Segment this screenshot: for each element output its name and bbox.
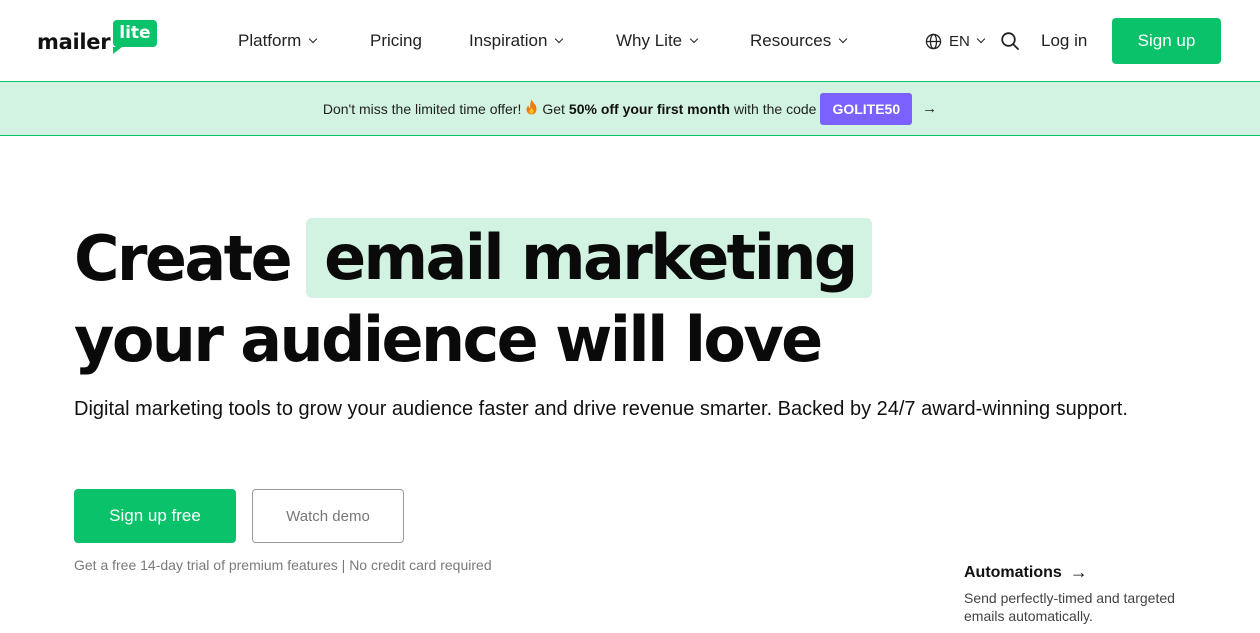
trial-note: Get a free 14-day trial of premium featu… (74, 557, 492, 573)
chevron-down-icon (839, 34, 848, 44)
language-selector[interactable]: EN (925, 30, 986, 52)
arrow-right-icon: → (1069, 562, 1088, 582)
signup-button[interactable]: Sign up (1112, 18, 1221, 64)
feature-title: Automations (964, 563, 1062, 581)
promo-banner[interactable]: Don't miss the limited time offer! Get 5… (0, 82, 1260, 136)
fire-icon (525, 99, 538, 118)
logo-wordmark: mailer (37, 30, 111, 54)
nav-why-lite-label: Why Lite (616, 31, 683, 50)
promo-get-text: Get (542, 100, 565, 117)
nav-pricing-label: Pricing (370, 31, 422, 50)
nav-why-lite[interactable]: Why Lite (616, 30, 699, 52)
promo-highlight: 50% off your first month (568, 100, 730, 117)
login-link[interactable]: Log in (1041, 30, 1087, 52)
nav-platform[interactable]: Platform (238, 30, 318, 52)
logo-badge: lite (113, 20, 157, 54)
nav-resources[interactable]: Resources (750, 30, 848, 52)
hero-title-line2: your audience will love (74, 303, 823, 376)
mailerlite-logo[interactable]: mailer lite (37, 20, 157, 60)
nav-resources-label: Resources (750, 31, 832, 50)
arrow-right-icon: → (922, 100, 938, 117)
signup-free-button[interactable]: Sign up free (74, 489, 236, 543)
globe-icon (925, 33, 942, 49)
search-icon[interactable] (1000, 31, 1020, 51)
chevron-down-icon (976, 34, 986, 44)
promo-text: Don't miss the limited time offer! (322, 100, 522, 117)
chevron-down-icon (309, 34, 318, 44)
chevron-down-icon (555, 34, 564, 44)
feature-description: Send perfectly-timed and targeted emails… (964, 590, 1175, 624)
hero-title-highlight: email marketing (306, 218, 872, 298)
feature-automations-link[interactable]: Automations → (964, 562, 1088, 583)
hero-title-line1: Create email marketing (74, 218, 872, 298)
promo-code-badge: GOLITE50 (820, 92, 913, 125)
hero-subtitle: Digital marketing tools to grow your aud… (74, 398, 1128, 420)
site-header: mailer lite Platform Pricing Inspiration… (0, 0, 1260, 82)
chevron-down-icon (689, 34, 699, 44)
nav-inspiration[interactable]: Inspiration (469, 30, 564, 52)
nav-pricing[interactable]: Pricing (370, 30, 422, 52)
hero-title-plain: Create (74, 221, 293, 295)
nav-inspiration-label: Inspiration (469, 31, 548, 50)
promo-code-text: with the code (733, 100, 817, 117)
language-label: EN (949, 32, 970, 50)
nav-platform-label: Platform (238, 31, 302, 50)
watch-demo-button[interactable]: Watch demo (252, 489, 404, 543)
